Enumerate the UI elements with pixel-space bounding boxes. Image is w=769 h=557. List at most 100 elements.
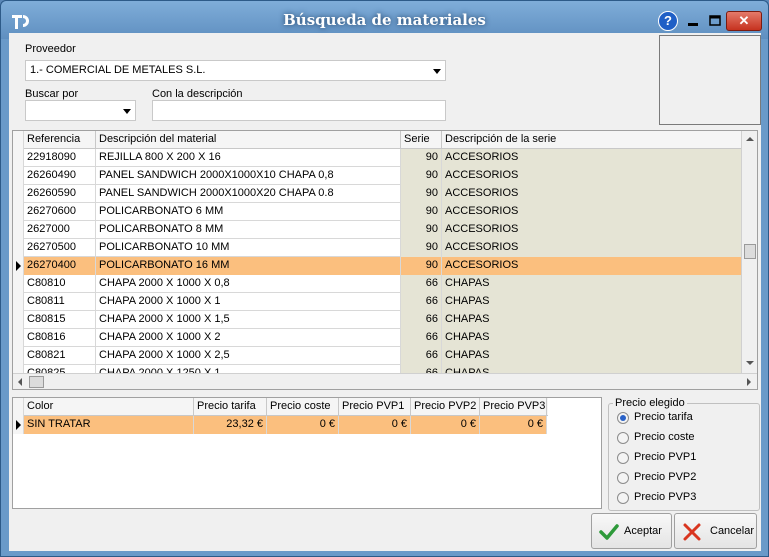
scroll-thumb[interactable] xyxy=(29,376,44,388)
table-cell: 2627000 xyxy=(24,221,96,239)
radio-label: Precio coste xyxy=(634,431,695,443)
radio-label: Precio PVP2 xyxy=(634,471,697,483)
prices-grid-header: Color Precio tarifa Precio coste Precio PVP… xyxy=(13,398,548,416)
scroll-right-icon[interactable] xyxy=(747,378,751,386)
column-header[interactable]: Referencia xyxy=(24,131,96,149)
row-indicator xyxy=(13,347,24,365)
descripcion-label: Con la descripción xyxy=(152,88,243,100)
table-cell: C80821 xyxy=(24,347,96,365)
main-window: Búsqueda de materiales ? ✕ Proveedor 1.-… xyxy=(0,0,769,557)
table-cell: 22918090 xyxy=(24,149,96,167)
table-cell: 90 xyxy=(401,203,442,221)
table-cell: 90 xyxy=(401,167,442,185)
table-cell: CHAPAS xyxy=(442,329,742,347)
checkmark-icon xyxy=(599,524,619,540)
radio-label: Precio PVP3 xyxy=(634,491,697,503)
table-cell: C80810 xyxy=(24,275,96,293)
table-row[interactable]: 26260490 PANEL SANDWICH 2000X1000X10 CHAP… xyxy=(13,167,742,185)
table-cell: ACCESORIOS xyxy=(442,167,742,185)
table-cell: ACCESORIOS xyxy=(442,221,742,239)
precio-elegido-title: Precio elegido xyxy=(613,397,687,409)
column-header[interactable]: Precio PVP2 xyxy=(411,398,480,416)
table-cell: C80815 xyxy=(24,311,96,329)
maximize-icon[interactable] xyxy=(704,11,726,31)
table-cell: 0 € xyxy=(267,416,339,434)
cancelar-label: Cancelar xyxy=(710,525,755,537)
table-cell: C80811 xyxy=(24,293,96,311)
table-cell: 90 xyxy=(401,185,442,203)
table-cell: POLICARBONATO 16 MM xyxy=(96,257,401,275)
column-header[interactable]: Precio tarifa xyxy=(194,398,267,416)
table-cell: CHAPAS xyxy=(442,293,742,311)
column-header[interactable]: Serie xyxy=(401,131,442,149)
radio-button[interactable] xyxy=(617,492,629,504)
descripcion-input[interactable] xyxy=(152,100,446,121)
radio-label: Precio PVP1 xyxy=(634,451,697,463)
materials-vertical-scrollbar[interactable] xyxy=(741,131,757,373)
scroll-left-icon[interactable] xyxy=(18,378,22,386)
table-cell: 90 xyxy=(401,221,442,239)
scroll-down-icon[interactable] xyxy=(746,361,754,365)
table-row[interactable]: 2627000 POLICARBONATO 8 MM 90 ACCESORIOS xyxy=(13,221,742,239)
table-row[interactable]: 26270500 POLICARBONATO 10 MM 90 ACCESORIOS xyxy=(13,239,742,257)
table-row[interactable]: C80810 CHAPA 2000 X 1000 X 0,8 66 CHAPAS xyxy=(13,275,742,293)
table-cell: 90 xyxy=(401,239,442,257)
prices-grid[interactable]: Color Precio tarifa Precio coste Precio PVP… xyxy=(12,397,602,509)
table-cell: POLICARBONATO 8 MM xyxy=(96,221,401,239)
dialog-client-area: Proveedor 1.- COMERCIAL DE METALES S.L. … xyxy=(9,33,761,551)
row-indicator xyxy=(13,203,24,221)
table-row[interactable]: C80815 CHAPA 2000 X 1000 X 1,5 66 CHAPAS xyxy=(13,311,742,329)
materials-grid-header: Referencia Descripción del material Serie D… xyxy=(13,131,743,149)
precio-elegido-group: Precio elegido Precio tarifa Precio coste… xyxy=(608,397,760,511)
table-row[interactable]: C80811 CHAPA 2000 X 1000 X 1 66 CHAPAS xyxy=(13,293,742,311)
materials-grid[interactable]: Referencia Descripción del material Serie D… xyxy=(12,130,758,390)
table-row[interactable]: 26270400 POLICARBONATO 16 MM 90 ACCESORIOS xyxy=(13,257,742,275)
table-cell: CHAPA 2000 X 1000 X 1,5 xyxy=(96,311,401,329)
column-header[interactable]: Color xyxy=(24,398,194,416)
proveedor-value: 1.- COMERCIAL DE METALES S.L. xyxy=(30,64,206,76)
row-indicator xyxy=(13,275,24,293)
table-cell: 90 xyxy=(401,149,442,167)
current-row-icon xyxy=(16,261,21,271)
table-cell: 66 xyxy=(401,293,442,311)
column-header[interactable]: Precio PVP1 xyxy=(339,398,411,416)
cancelar-button[interactable]: Cancelar xyxy=(674,513,757,549)
table-cell: 0 € xyxy=(411,416,480,434)
scroll-thumb[interactable] xyxy=(744,244,756,259)
radio-button[interactable] xyxy=(617,412,629,424)
proveedor-dropdown[interactable]: 1.- COMERCIAL DE METALES S.L. xyxy=(25,60,446,81)
table-cell: 66 xyxy=(401,329,442,347)
materials-horizontal-scrollbar[interactable] xyxy=(13,373,757,389)
buscar-por-label: Buscar por xyxy=(25,88,79,100)
current-row-icon xyxy=(16,420,21,430)
window-title: Búsqueda de materiales xyxy=(283,11,486,29)
column-header[interactable]: Precio coste xyxy=(267,398,339,416)
table-row[interactable]: 26260590 PANEL SANDWICH 2000X1000X20 CHAP… xyxy=(13,185,742,203)
radio-button[interactable] xyxy=(617,452,629,464)
aceptar-button[interactable]: Aceptar xyxy=(591,513,672,549)
column-header[interactable]: Descripción de la serie xyxy=(442,131,742,149)
radio-button[interactable] xyxy=(617,472,629,484)
close-button[interactable]: ✕ xyxy=(726,11,762,31)
table-row[interactable]: 22918090 REJILLA 800 X 200 X 16 90 ACCESORI… xyxy=(13,149,742,167)
table-row[interactable]: SIN TRATAR 23,32 €0 €0 €0 €0 € xyxy=(13,416,547,434)
scroll-up-icon[interactable] xyxy=(746,137,754,141)
column-header[interactable]: Descripción del material xyxy=(96,131,401,149)
row-indicator xyxy=(13,293,24,311)
table-row[interactable]: C80821 CHAPA 2000 X 1000 X 2,5 66 CHAPAS xyxy=(13,347,742,365)
table-row[interactable]: C80816 CHAPA 2000 X 1000 X 2 66 CHAPAS xyxy=(13,329,742,347)
table-row[interactable]: 26270600 POLICARBONATO 6 MM 90 ACCESORIOS xyxy=(13,203,742,221)
radio-button[interactable] xyxy=(617,432,629,444)
chevron-down-icon xyxy=(123,109,131,114)
table-cell: ACCESORIOS xyxy=(442,239,742,257)
buscar-por-dropdown[interactable] xyxy=(25,100,136,121)
column-header[interactable]: Precio PVP3 xyxy=(480,398,547,416)
table-cell: 90 xyxy=(401,257,442,275)
table-cell: 0 € xyxy=(480,416,547,434)
table-cell: PANEL SANDWICH 2000X1000X20 CHAPA 0.8 xyxy=(96,185,401,203)
table-cell: 26270600 xyxy=(24,203,96,221)
help-button[interactable]: ? xyxy=(658,11,678,31)
row-indicator xyxy=(13,149,24,167)
table-cell: 26270500 xyxy=(24,239,96,257)
minimize-icon[interactable] xyxy=(682,11,704,31)
